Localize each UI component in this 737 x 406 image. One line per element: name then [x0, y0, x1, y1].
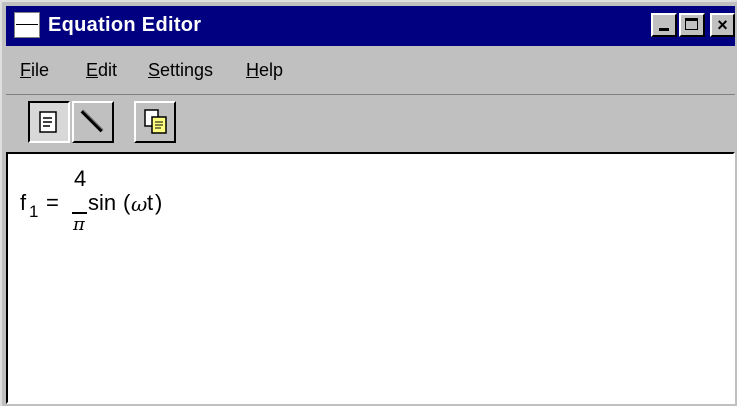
pen-icon: [80, 109, 104, 133]
toolbar: [6, 94, 735, 151]
close-icon: ×: [717, 15, 728, 35]
eq-lhs-subscript: 1: [29, 202, 39, 221]
window-title: Equation Editor: [48, 14, 202, 36]
minimize-icon: [659, 28, 669, 31]
eq-numerator: 4: [74, 166, 87, 191]
menu-settings[interactable]: Settings: [148, 60, 213, 81]
minimize-button[interactable]: [651, 13, 677, 37]
menu-file[interactable]: File: [20, 60, 49, 81]
app-icon: [14, 12, 40, 38]
menu-help[interactable]: Help: [246, 60, 283, 81]
eq-denominator: π: [73, 214, 85, 235]
copy-button[interactable]: [134, 101, 176, 143]
eq-omega: ω: [131, 192, 148, 216]
maximize-icon: [685, 18, 698, 30]
maximize-button[interactable]: [679, 13, 705, 37]
document-icon: [39, 111, 57, 133]
eq-t: t: [147, 190, 154, 215]
equation-editor-area[interactable]: f 1 = 4 π sin ( ω t ): [6, 152, 735, 404]
menu-bar: File Edit Settings Help: [6, 50, 735, 90]
menu-edit[interactable]: Edit: [86, 60, 117, 81]
copy-icon: [144, 109, 167, 134]
eq-lhs-base: f: [20, 190, 27, 215]
title-bar[interactable]: Equation Editor ×: [6, 6, 735, 46]
pen-button[interactable]: [72, 101, 114, 143]
eq-open-paren: (: [123, 190, 131, 215]
eq-equals: =: [46, 190, 59, 215]
equation-editor-window: Equation Editor × File Edit Settings Hel…: [0, 0, 737, 406]
close-button[interactable]: ×: [710, 13, 735, 37]
document-view-button[interactable]: [28, 101, 70, 143]
eq-function: sin: [88, 190, 117, 215]
eq-close-paren: ): [155, 190, 163, 215]
